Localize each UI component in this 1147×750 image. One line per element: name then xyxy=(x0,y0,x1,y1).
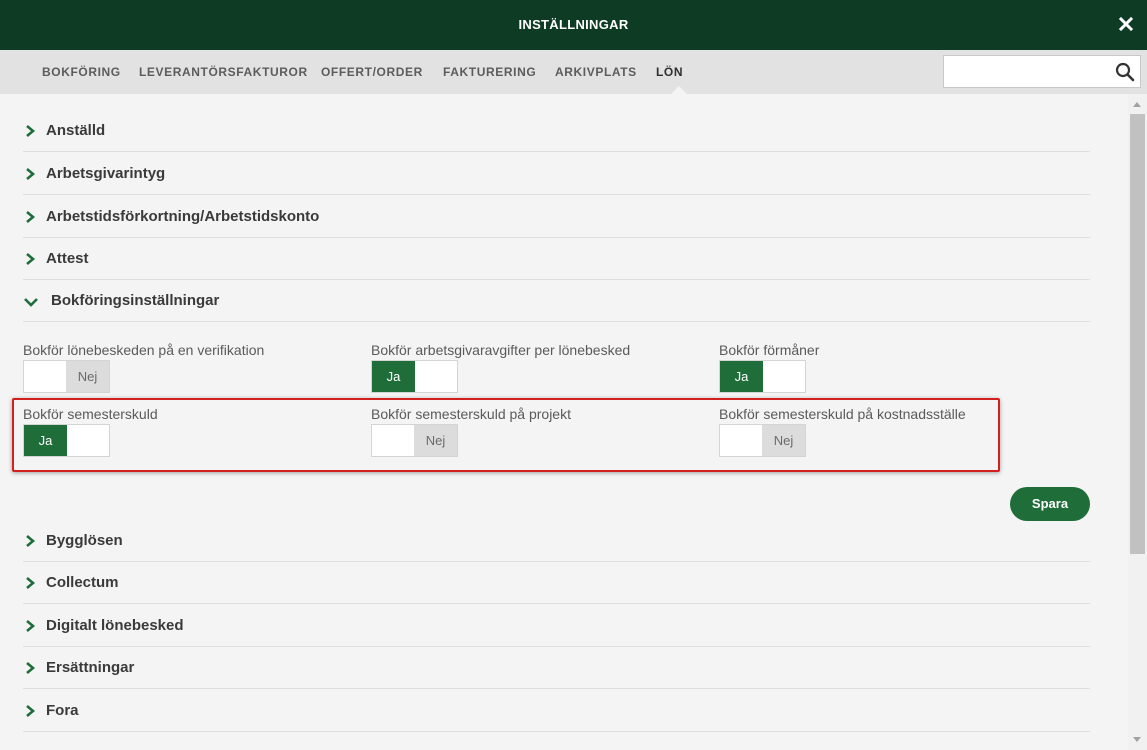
section-label: Attest xyxy=(46,250,89,267)
toggle-no[interactable] xyxy=(414,361,457,392)
toggle-yes[interactable]: Ja xyxy=(720,361,763,392)
toggle-semesterskuld-kostnadsstalle[interactable]: Nej xyxy=(719,424,806,457)
toggle-lonebesked-verifikation[interactable]: Nej xyxy=(23,360,110,393)
section-arbetstidsforkortning[interactable]: Arbetstidsförkortning/Arbetstidskonto xyxy=(23,202,1090,238)
scroll-up-arrow[interactable] xyxy=(1133,102,1141,107)
section-label: Arbetsgivarintyg xyxy=(46,165,166,182)
section-bygglosen[interactable]: Bygglösen xyxy=(23,526,1090,562)
toggle-no[interactable]: Nej xyxy=(762,425,805,456)
window-title: INSTÄLLNINGAR xyxy=(518,17,629,32)
section-label: Bygglösen xyxy=(46,532,123,549)
title-bar: INSTÄLLNINGAR xyxy=(0,0,1147,50)
tab-lon[interactable]: LÖN xyxy=(656,65,683,79)
toggle-no[interactable] xyxy=(762,361,805,392)
scrollbar[interactable] xyxy=(1128,94,1147,750)
scroll-down-arrow[interactable] xyxy=(1133,737,1141,742)
close-icon[interactable] xyxy=(1117,15,1135,33)
toggle-yes[interactable] xyxy=(372,425,415,456)
chevron-right-icon xyxy=(26,662,36,674)
save-button[interactable]: Spara xyxy=(1010,487,1090,521)
section-digitalt-lonebesked[interactable]: Digitalt lönebesked xyxy=(23,611,1090,647)
section-fora[interactable]: Fora xyxy=(23,696,1090,732)
toggle-yes[interactable] xyxy=(24,361,67,392)
chevron-right-icon xyxy=(26,705,36,717)
setting-label-formaner: Bokför förmåner xyxy=(719,342,820,358)
setting-label-lonebesked-verifikation: Bokför lönebeskeden på en verifikation xyxy=(23,342,265,358)
toggle-no[interactable]: Nej xyxy=(414,425,457,456)
scrollbar-thumb[interactable] xyxy=(1130,114,1145,554)
section-attest[interactable]: Attest xyxy=(23,244,1090,280)
section-label: Ersättningar xyxy=(46,659,135,676)
section-label: Fora xyxy=(46,702,79,719)
chevron-right-icon xyxy=(26,211,36,223)
search-box xyxy=(943,55,1141,88)
section-collectum[interactable]: Collectum xyxy=(23,568,1090,604)
toggle-no[interactable]: Nej xyxy=(66,361,109,392)
setting-label-semesterskuld: Bokför semesterskuld xyxy=(23,406,158,422)
active-tab-indicator xyxy=(671,86,687,94)
toggle-formaner[interactable]: Ja xyxy=(719,360,806,393)
chevron-right-icon xyxy=(26,577,36,589)
toggle-yes[interactable]: Ja xyxy=(372,361,415,392)
search-icon[interactable] xyxy=(1115,62,1135,82)
section-arbetsgivarintyg[interactable]: Arbetsgivarintyg xyxy=(23,159,1090,195)
section-bokforingsinstallningar[interactable]: Bokföringsinställningar xyxy=(23,286,1090,322)
section-ersattningar[interactable]: Ersättningar xyxy=(23,653,1090,689)
tab-fakturering[interactable]: FAKTURERING xyxy=(443,65,536,79)
chevron-right-icon xyxy=(26,253,36,265)
tab-offert-order[interactable]: OFFERT/ORDER xyxy=(321,65,423,79)
toggle-no[interactable] xyxy=(66,425,109,456)
section-label: Anställd xyxy=(46,122,106,139)
search-input[interactable] xyxy=(950,60,1110,84)
chevron-right-icon xyxy=(26,125,36,137)
section-label: Bokföringsinställningar xyxy=(51,292,220,309)
chevron-right-icon xyxy=(26,620,36,632)
toggle-semesterskuld[interactable]: Ja xyxy=(23,424,110,457)
setting-label-arbetsgivaravgifter: Bokför arbetsgivaravgifter per lönebeske… xyxy=(371,342,631,358)
setting-label-semesterskuld-projekt: Bokför semesterskuld på projekt xyxy=(371,406,571,422)
tab-arkivplats[interactable]: ARKIVPLATS xyxy=(555,65,637,79)
section-label: Arbetstidsförkortning/Arbetstidskonto xyxy=(46,208,320,225)
tab-bokforing[interactable]: BOKFÖRING xyxy=(42,65,121,79)
setting-label-semesterskuld-kostnadsstalle: Bokför semesterskuld på kostnadsställe xyxy=(719,406,966,422)
chevron-down-icon xyxy=(24,298,38,307)
toggle-yes[interactable] xyxy=(720,425,763,456)
toggle-arbetsgivaravgifter[interactable]: Ja xyxy=(371,360,458,393)
toggle-semesterskuld-projekt[interactable]: Nej xyxy=(371,424,458,457)
section-label: Collectum xyxy=(46,574,119,591)
toggle-yes[interactable]: Ja xyxy=(24,425,67,456)
section-anstalld[interactable]: Anställd xyxy=(23,116,1090,152)
chevron-right-icon xyxy=(26,168,36,180)
chevron-right-icon xyxy=(26,535,36,547)
section-label: Digitalt lönebesked xyxy=(46,617,184,634)
tab-leverantorsfakturor[interactable]: LEVERANTÖRSFAKTUROR xyxy=(139,65,308,79)
